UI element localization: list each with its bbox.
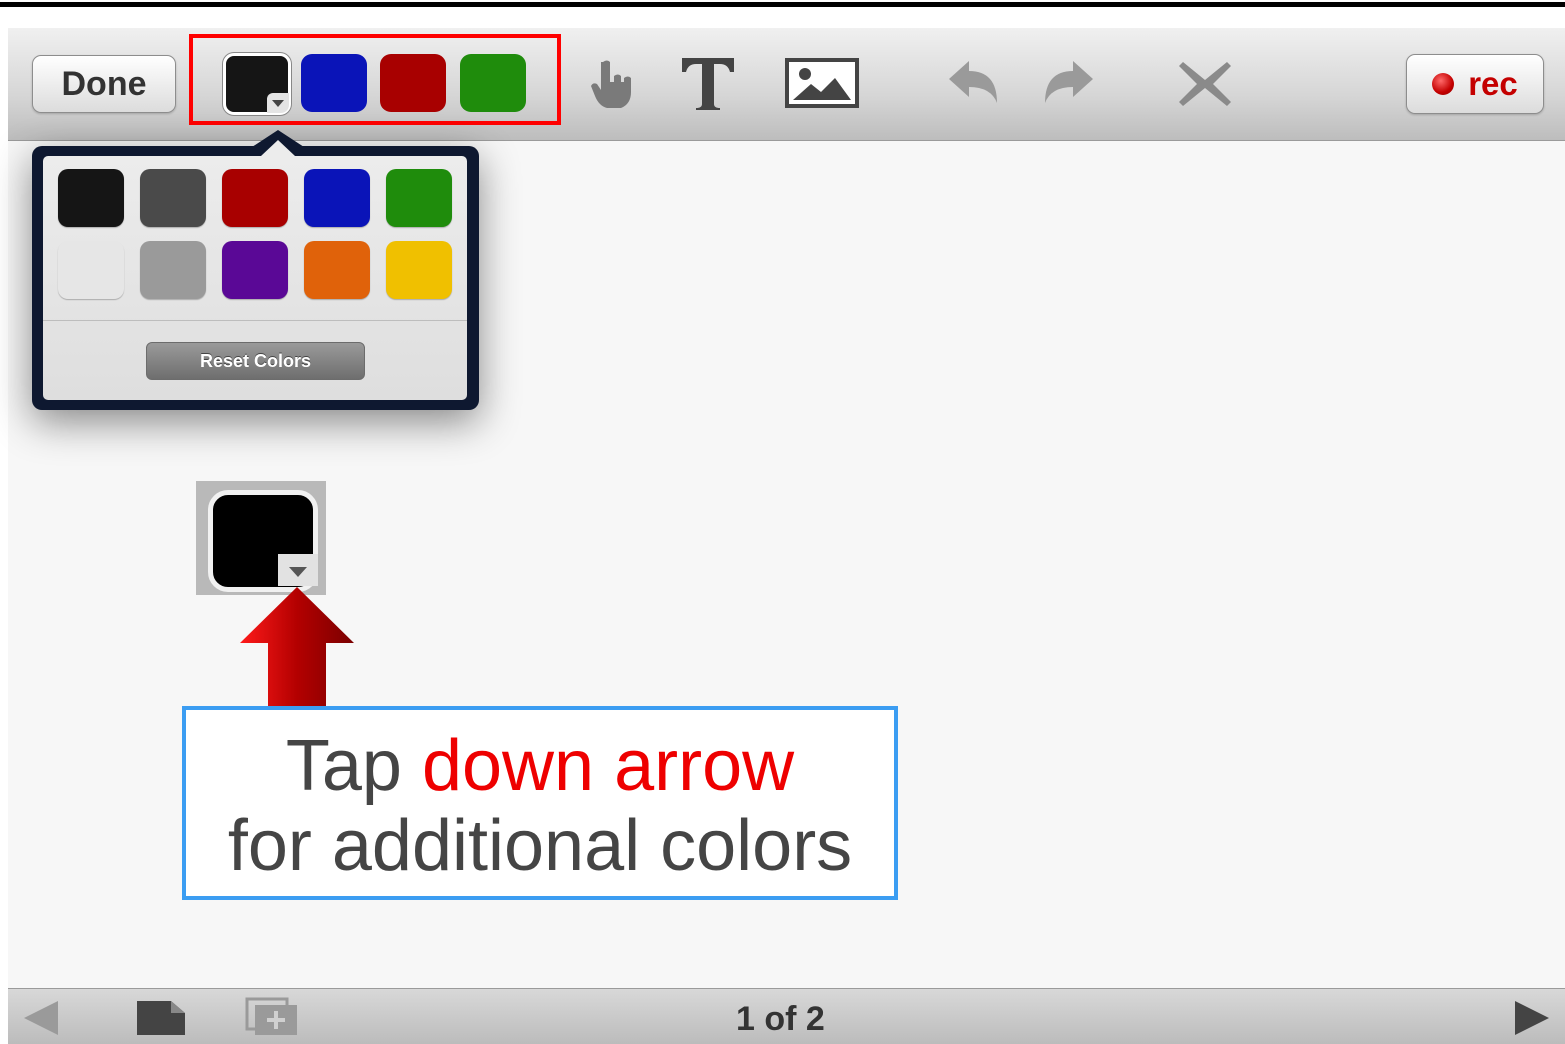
slide-top-rule: [0, 0, 1565, 8]
popover-divider: [43, 320, 467, 321]
record-label: rec: [1468, 65, 1518, 102]
text-tool-icon[interactable]: [676, 52, 740, 114]
callout-line-1: Tap down arrow: [285, 726, 795, 806]
record-button[interactable]: rec: [1406, 54, 1544, 114]
color-swatch-green[interactable]: [460, 54, 526, 112]
add-page-icon[interactable]: [244, 996, 300, 1038]
palette-swatch-gray[interactable]: [140, 241, 206, 299]
color-popover: Reset Colors: [32, 130, 479, 410]
page-indicator: 1 of 2: [736, 1000, 825, 1038]
clear-icon[interactable]: [1176, 58, 1234, 110]
palette-swatch-blue[interactable]: [304, 169, 370, 227]
palette-swatch-dark-gray[interactable]: [140, 169, 206, 227]
palette-swatch-orange[interactable]: [304, 241, 370, 299]
color-swatch-black[interactable]: [223, 53, 291, 115]
record-dot-icon: [1432, 73, 1455, 95]
hand-pointer-icon[interactable]: [586, 58, 638, 110]
reset-colors-button[interactable]: Reset Colors: [146, 342, 365, 380]
done-button[interactable]: Done: [32, 55, 176, 113]
color-swatch-red[interactable]: [380, 54, 446, 112]
palette-swatch-purple[interactable]: [222, 241, 288, 299]
palette-swatch-black[interactable]: [58, 169, 124, 227]
palette-swatch-green[interactable]: [386, 169, 452, 227]
color-dropdown-arrow-icon[interactable]: [267, 93, 289, 113]
page-icon[interactable]: [134, 997, 188, 1039]
next-page-icon[interactable]: [1512, 998, 1552, 1038]
zoomed-swatch-illustration: [196, 481, 326, 595]
zoomed-down-arrow-icon: [278, 554, 318, 586]
palette-swatch-yellow[interactable]: [386, 241, 452, 299]
redo-icon[interactable]: [1040, 58, 1098, 108]
annotation-up-arrow-icon: [238, 585, 356, 712]
callout-line-2: for additional colors: [227, 806, 853, 886]
instruction-callout: Tap down arrow for additional colors: [182, 706, 898, 900]
callout-highlight-text: down arrow: [421, 726, 795, 806]
palette-swatch-light-gray[interactable]: [58, 241, 124, 299]
color-swatch-blue[interactable]: [301, 54, 367, 112]
palette-swatch-red[interactable]: [222, 169, 288, 227]
image-insert-icon[interactable]: [785, 58, 859, 108]
undo-icon[interactable]: [944, 58, 1002, 108]
prev-page-icon[interactable]: [22, 998, 60, 1038]
